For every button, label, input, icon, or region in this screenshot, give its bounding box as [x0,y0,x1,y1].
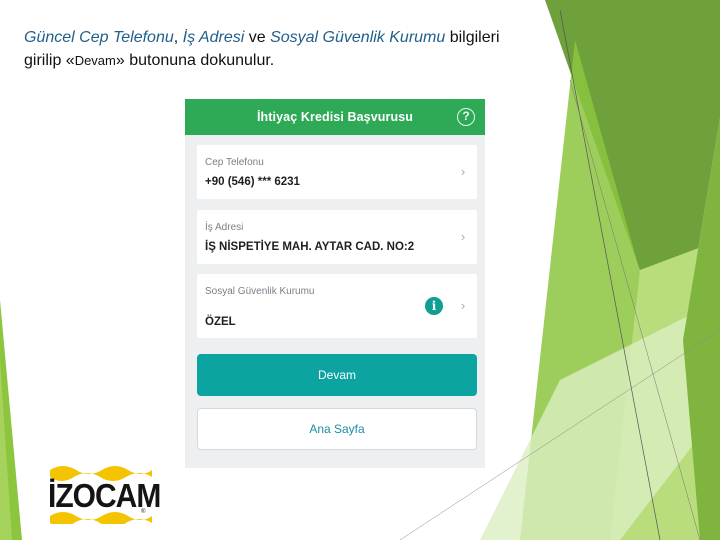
question-circle-icon[interactable]: ? [457,108,475,126]
field-work-address[interactable]: İş Adresi İŞ NİSPETİYE MAH. AYTAR CAD. N… [197,210,477,264]
field-phone[interactable]: Cep Telefonu +90 (546) *** 6231 › [197,145,477,199]
chevron-right-icon: › [460,164,466,179]
instruction-line2-end: » butonuna dokunulur. [115,52,275,69]
info-icon[interactable]: i [425,297,443,315]
field-ssi-label: Sosyal Güvenlik Kurumu [205,286,315,297]
field-social-security[interactable]: Sosyal Güvenlik Kurumu ÖZEL i › [197,274,477,338]
page-title: İhtiyaç Kredisi Başvurusu [256,110,414,124]
instruction-ssi: Sosyal Güvenlik Kurumu [270,29,446,46]
field-ssi-value: ÖZEL [205,316,236,328]
instruction-phone: Güncel Cep Telefonu [24,29,174,46]
field-phone-value: +90 (546) *** 6231 [205,176,300,188]
izocam-logo: İZOCAM [48,462,161,524]
instruction-sep2: ve [244,29,271,46]
devam-button[interactable]: Devam [197,354,477,396]
field-address-value: İŞ NİSPETİYE MAH. AYTAR CAD. NO:2 [205,241,415,253]
instruction-devam: Devam [74,53,116,68]
home-button[interactable]: Ana Sayfa [197,408,477,450]
field-address-label: İş Adresi [205,222,244,233]
app-header: İhtiyaç Kredisi Başvurusu ? [185,99,485,135]
instruction-info: bilgileri [445,29,500,46]
instruction-sep1: , [173,29,183,46]
instruction-text: Güncel Cep Telefonu, İş Adresi ve Sosyal… [24,26,569,72]
instruction-line2-start: girilip « [24,52,75,69]
instruction-address: İş Adresi [182,29,245,46]
field-phone-label: Cep Telefonu [205,157,264,168]
registered-mark: ® [141,509,146,515]
chevron-right-icon: › [460,229,466,244]
phone-screen: İhtiyaç Kredisi Başvurusu ? Cep Telefonu… [185,99,485,468]
chevron-right-icon: › [460,298,466,313]
logo-text: İZOCAM [48,478,161,515]
